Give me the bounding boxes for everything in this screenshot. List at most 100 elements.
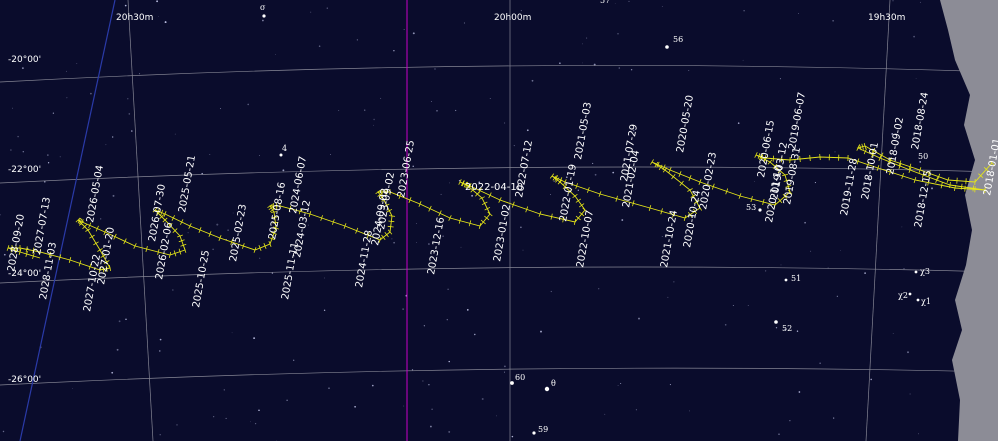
background-star <box>174 133 176 135</box>
background-star <box>604 413 606 415</box>
background-star <box>496 415 497 417</box>
background-star <box>864 272 866 274</box>
background-star <box>455 109 457 112</box>
sky-chart[interactable]: 20h30m 20h00m 19h30m -20°00' -22°00' -24… <box>0 0 998 441</box>
background-star <box>403 29 405 30</box>
ra-label-20h00m: 20h00m <box>494 13 531 23</box>
background-star <box>430 100 432 102</box>
background-star <box>630 69 633 71</box>
background-star <box>764 270 767 272</box>
background-star <box>262 19 264 22</box>
background-star <box>466 309 469 311</box>
background-star <box>176 424 178 426</box>
background-star <box>594 173 597 176</box>
background-star <box>489 98 491 99</box>
background-star <box>778 433 780 436</box>
background-star <box>448 430 451 433</box>
background-star <box>504 365 506 368</box>
background-star <box>164 21 167 24</box>
background-star <box>227 229 229 231</box>
star-4 <box>279 153 283 157</box>
background-star <box>3 253 6 256</box>
background-star <box>449 182 450 184</box>
background-star <box>139 73 141 75</box>
background-star <box>338 110 340 111</box>
background-star <box>271 272 274 274</box>
background-star <box>216 223 219 226</box>
background-star <box>212 248 214 251</box>
background-star <box>118 320 121 323</box>
background-star <box>577 189 579 191</box>
background-star <box>918 433 919 435</box>
path-tick <box>772 155 774 162</box>
background-star <box>737 122 740 124</box>
background-star <box>105 144 107 146</box>
background-star <box>673 281 675 283</box>
background-star <box>100 218 102 220</box>
background-star <box>416 222 417 224</box>
background-star <box>520 226 522 229</box>
star-label-chi1: χ1 <box>921 297 931 306</box>
background-star <box>870 378 873 381</box>
background-star <box>128 113 131 115</box>
star-label-53: 53 <box>746 203 756 212</box>
background-star <box>621 219 624 221</box>
background-star <box>112 194 115 197</box>
background-star <box>592 162 594 164</box>
background-star <box>47 162 50 164</box>
background-star <box>10 149 12 151</box>
star-label-theta: θ <box>551 379 556 388</box>
background-star <box>618 67 621 69</box>
background-star <box>156 0 158 3</box>
background-star <box>446 319 448 321</box>
background-star <box>380 97 382 99</box>
background-star <box>742 59 744 61</box>
background-star <box>393 49 395 52</box>
background-star <box>90 92 92 95</box>
background-star <box>481 398 484 400</box>
background-star <box>504 371 505 373</box>
background-star <box>22 67 24 69</box>
background-star <box>620 383 622 384</box>
background-star <box>743 10 745 12</box>
star-sigma <box>262 14 266 18</box>
star-label-57: 57 <box>600 0 610 5</box>
background-star <box>661 6 663 7</box>
background-star <box>833 417 835 419</box>
background-star <box>356 39 359 41</box>
star-label-sigma: σ <box>260 3 266 12</box>
ra-label-19h30m: 19h30m <box>868 13 905 23</box>
background-star <box>463 22 465 24</box>
background-star <box>779 78 781 80</box>
background-star <box>52 112 55 114</box>
background-star <box>732 305 734 307</box>
background-star <box>474 333 476 336</box>
background-star <box>275 54 276 55</box>
background-star <box>111 371 114 374</box>
background-star <box>617 384 619 386</box>
background-star <box>460 246 462 248</box>
background-star <box>840 250 841 252</box>
star-52 <box>774 320 778 324</box>
background-star <box>326 7 328 9</box>
background-star <box>429 425 432 428</box>
background-star <box>661 236 663 237</box>
background-star <box>513 145 515 147</box>
background-star <box>371 384 374 387</box>
background-star <box>286 399 288 402</box>
background-star <box>231 332 233 334</box>
background-star <box>892 333 894 334</box>
background-star <box>219 108 222 110</box>
background-star <box>598 288 600 290</box>
background-star <box>159 434 161 436</box>
star-label-52: 52 <box>782 324 792 333</box>
background-star <box>354 405 356 408</box>
background-star <box>65 70 67 72</box>
star-56 <box>665 45 669 49</box>
background-star <box>504 122 506 124</box>
background-star <box>209 153 211 155</box>
background-star <box>919 1 921 3</box>
star-59 <box>532 431 536 435</box>
background-star <box>213 416 215 418</box>
background-star <box>282 169 285 172</box>
